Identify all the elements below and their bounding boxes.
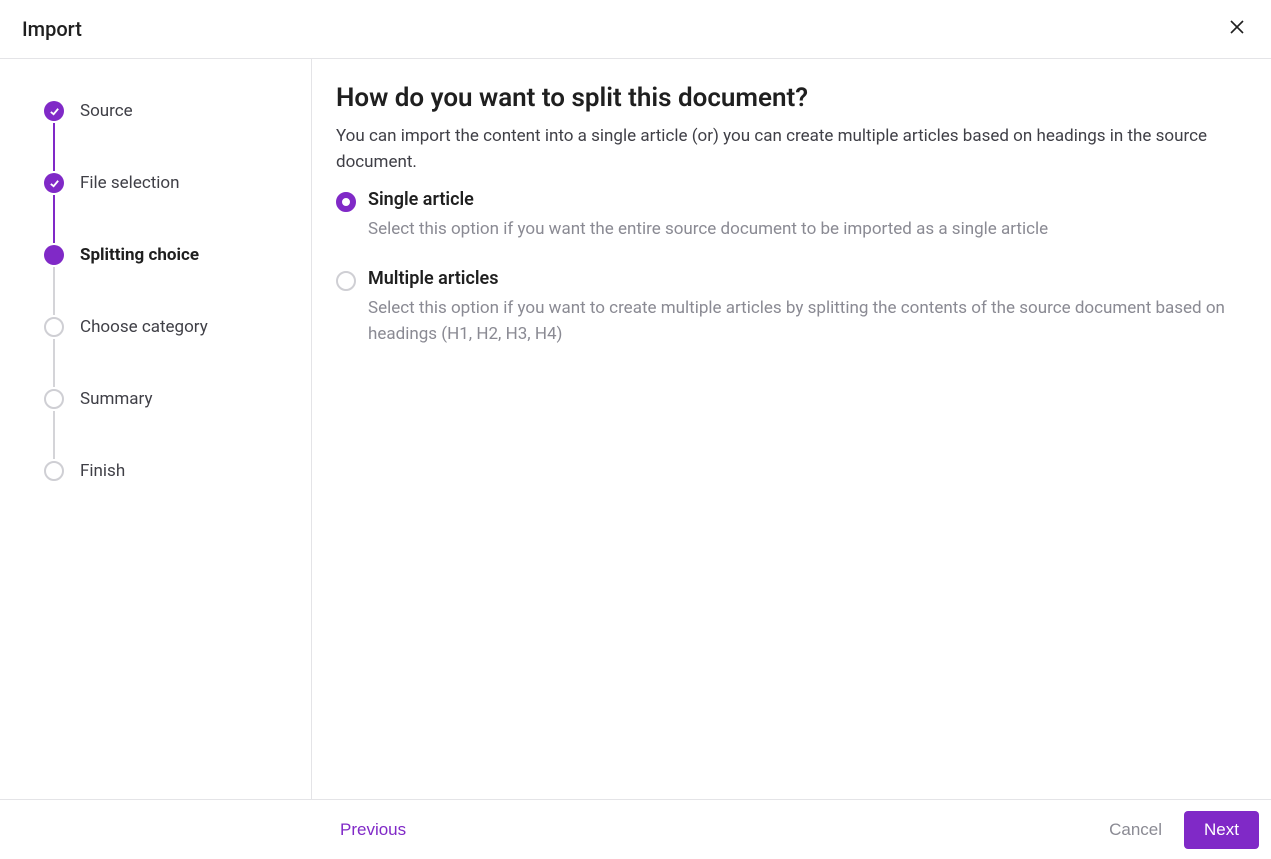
dialog-body: Source File selection Splitting choice C…	[0, 59, 1271, 799]
close-icon	[1229, 19, 1245, 35]
step-label: Source	[80, 99, 133, 123]
option-single-article[interactable]: Single article Select this option if you…	[336, 189, 1249, 242]
step-indicator-completed	[44, 101, 64, 121]
check-icon	[49, 106, 60, 117]
step-label: Summary	[80, 387, 152, 411]
step-choose-category[interactable]: Choose category	[44, 315, 287, 339]
option-description: Select this option if you want to create…	[368, 295, 1249, 347]
previous-button[interactable]: Previous	[340, 820, 406, 840]
close-button[interactable]	[1225, 15, 1249, 43]
option-multiple-articles[interactable]: Multiple articles Select this option if …	[336, 268, 1249, 347]
dialog-header: Import	[0, 0, 1271, 59]
cancel-button[interactable]: Cancel	[1109, 820, 1162, 840]
step-indicator-completed	[44, 173, 64, 193]
step-connector	[53, 267, 55, 315]
step-summary[interactable]: Summary	[44, 387, 287, 411]
step-connector	[53, 339, 55, 387]
step-finish[interactable]: Finish	[44, 459, 287, 483]
page-heading: How do you want to split this document?	[336, 83, 1249, 113]
radio-selected-icon	[336, 192, 356, 212]
main-content: How do you want to split this document? …	[312, 59, 1271, 799]
option-title: Multiple articles	[368, 268, 1249, 289]
stepper: Source File selection Splitting choice C…	[44, 99, 287, 483]
step-label: File selection	[80, 171, 180, 195]
step-label: Choose category	[80, 315, 208, 339]
option-description: Select this option if you want the entir…	[368, 216, 1048, 242]
option-title: Single article	[368, 189, 1048, 210]
step-indicator-pending	[44, 461, 64, 481]
step-file-selection[interactable]: File selection	[44, 171, 287, 195]
step-label: Finish	[80, 459, 125, 483]
option-body: Single article Select this option if you…	[368, 189, 1048, 242]
footer-right-group: Cancel Next	[1109, 811, 1259, 849]
step-connector	[53, 195, 55, 243]
dialog-title: Import	[22, 17, 82, 41]
radio-unselected-icon	[336, 271, 356, 291]
next-button[interactable]: Next	[1184, 811, 1259, 849]
step-splitting-choice[interactable]: Splitting choice	[44, 243, 287, 267]
option-body: Multiple articles Select this option if …	[368, 268, 1249, 347]
step-source[interactable]: Source	[44, 99, 287, 123]
page-subheading: You can import the content into a single…	[336, 123, 1249, 175]
dialog-footer: Previous Cancel Next	[0, 799, 1271, 859]
step-indicator-pending	[44, 389, 64, 409]
step-connector	[53, 123, 55, 171]
step-label: Splitting choice	[80, 243, 199, 267]
check-icon	[49, 178, 60, 189]
step-connector	[53, 411, 55, 459]
step-indicator-current	[44, 245, 64, 265]
stepper-sidebar: Source File selection Splitting choice C…	[0, 59, 312, 799]
step-indicator-pending	[44, 317, 64, 337]
